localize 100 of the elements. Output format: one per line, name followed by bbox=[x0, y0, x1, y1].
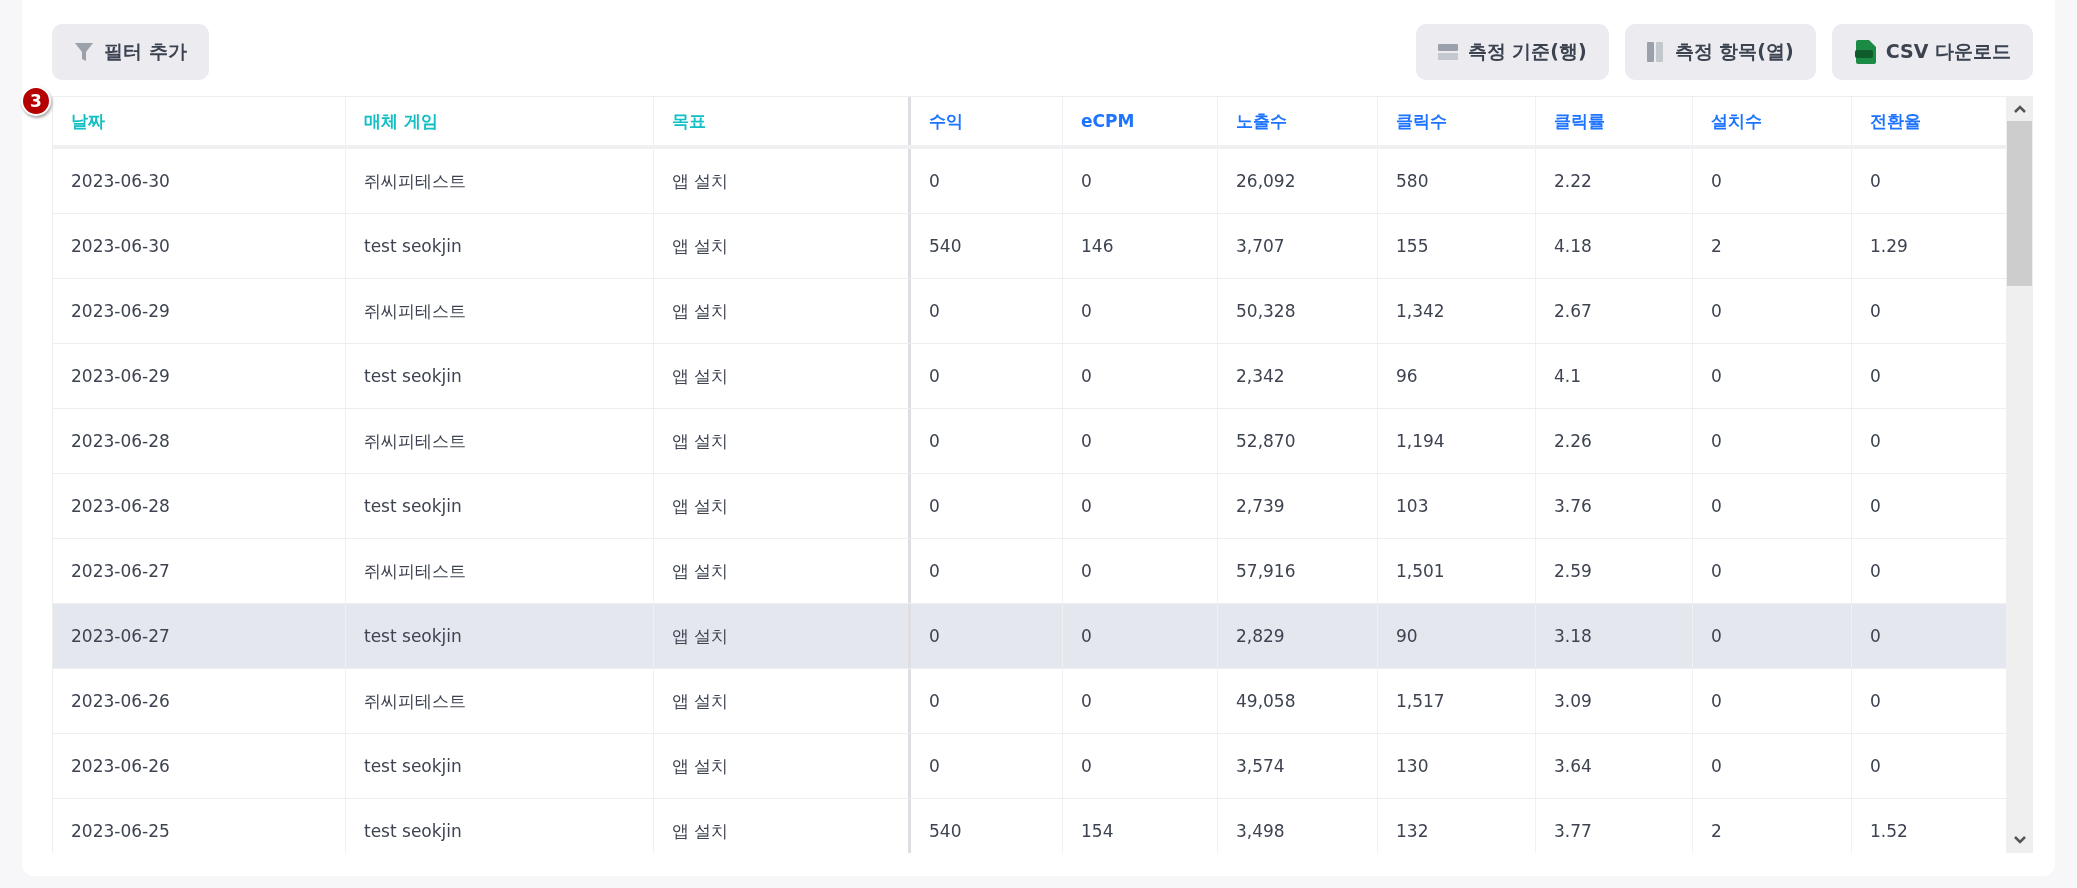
table-cell: 1,194 bbox=[1378, 409, 1536, 473]
table-cell: 3.64 bbox=[1536, 734, 1693, 798]
table-cell: 쥐씨피테스트 bbox=[346, 149, 654, 213]
table-cell: 쥐씨피테스트 bbox=[346, 409, 654, 473]
column-header[interactable]: 설치수 bbox=[1693, 97, 1852, 145]
table-cell: 130 bbox=[1378, 734, 1536, 798]
table-cell: 2.59 bbox=[1536, 539, 1693, 603]
dimension-rows-button[interactable]: 측정 기준(행) bbox=[1415, 24, 1609, 80]
csv-file-icon bbox=[1853, 40, 1876, 64]
table-cell: 2023-06-26 bbox=[53, 734, 346, 798]
table-cell: 2.22 bbox=[1536, 149, 1693, 213]
table-cell: 1,342 bbox=[1378, 279, 1536, 343]
table-cell: 0 bbox=[911, 344, 1063, 408]
table-cell: 90 bbox=[1378, 604, 1536, 668]
column-header[interactable]: 목표 bbox=[654, 97, 911, 145]
columns-icon bbox=[1646, 42, 1665, 62]
table-cell: 2023-06-29 bbox=[53, 344, 346, 408]
table-cell: 2023-06-29 bbox=[53, 279, 346, 343]
column-header[interactable]: eCPM bbox=[1063, 97, 1218, 145]
table-cell: 2023-06-30 bbox=[53, 214, 346, 278]
table-cell: 155 bbox=[1378, 214, 1536, 278]
table-cell: 540 bbox=[911, 214, 1063, 278]
table-cell: 0 bbox=[1693, 604, 1852, 668]
column-header[interactable]: 노출수 bbox=[1218, 97, 1378, 145]
table-cell: 50,328 bbox=[1218, 279, 1378, 343]
metric-columns-button[interactable]: 측정 항목(열) bbox=[1624, 24, 1816, 80]
funnel-icon bbox=[74, 41, 94, 63]
table-cell: 1,517 bbox=[1378, 669, 1536, 733]
table-cell: 2,342 bbox=[1218, 344, 1378, 408]
table-cell: test seokjin bbox=[346, 799, 654, 853]
table-cell: 쥐씨피테스트 bbox=[346, 539, 654, 603]
table-cell: 0 bbox=[1063, 279, 1218, 343]
table-cell: 쥐씨피테스트 bbox=[346, 669, 654, 733]
table-cell: 0 bbox=[911, 474, 1063, 538]
table-cell: 1,501 bbox=[1378, 539, 1536, 603]
table-cell: 0 bbox=[1063, 669, 1218, 733]
table-cell: 0 bbox=[911, 539, 1063, 603]
table-cell: 3,707 bbox=[1218, 214, 1378, 278]
table-cell: 2023-06-27 bbox=[53, 539, 346, 603]
add-filter-button[interactable]: 필터 추가 bbox=[52, 24, 209, 80]
csv-download-button[interactable]: CSV 다운로드 bbox=[1831, 24, 2033, 80]
table-cell: 0 bbox=[1063, 604, 1218, 668]
table-cell: 0 bbox=[1693, 669, 1852, 733]
table-cell: 103 bbox=[1378, 474, 1536, 538]
table-cell: 0 bbox=[1693, 409, 1852, 473]
column-header[interactable]: 날짜 bbox=[53, 97, 346, 145]
table-cell: 146 bbox=[1063, 214, 1218, 278]
table-cell: 0 bbox=[1693, 149, 1852, 213]
table-cell: 0 bbox=[1063, 149, 1218, 213]
table-cell: 앱 설치 bbox=[654, 799, 911, 853]
table-cell: 2.67 bbox=[1536, 279, 1693, 343]
table-cell: 2.26 bbox=[1536, 409, 1693, 473]
table-cell: 132 bbox=[1378, 799, 1536, 853]
table-cell: 0 bbox=[911, 149, 1063, 213]
table-cell: 26,092 bbox=[1218, 149, 1378, 213]
table-cell: 49,058 bbox=[1218, 669, 1378, 733]
table-cell: 2 bbox=[1693, 799, 1852, 853]
table-cell: 2 bbox=[1693, 214, 1852, 278]
rows-icon bbox=[1437, 43, 1458, 61]
table-cell: 0 bbox=[1693, 734, 1852, 798]
scrollbar-thumb[interactable] bbox=[2007, 121, 2032, 286]
table-cell: test seokjin bbox=[346, 734, 654, 798]
scrollbar[interactable] bbox=[2007, 97, 2032, 853]
table-cell: 3.18 bbox=[1536, 604, 1693, 668]
table-cell: 0 bbox=[1063, 474, 1218, 538]
table-cell: 3,574 bbox=[1218, 734, 1378, 798]
table-cell: 0 bbox=[1693, 279, 1852, 343]
table-cell: 2023-06-28 bbox=[53, 474, 346, 538]
table-cell: 57,916 bbox=[1218, 539, 1378, 603]
scroll-down-icon[interactable] bbox=[2012, 835, 2027, 845]
column-header[interactable]: 수익 bbox=[911, 97, 1063, 145]
table-cell: 0 bbox=[911, 669, 1063, 733]
table-cell: 0 bbox=[1693, 344, 1852, 408]
table-cell: 580 bbox=[1378, 149, 1536, 213]
table-cell: 540 bbox=[911, 799, 1063, 853]
table-cell: 0 bbox=[1693, 539, 1852, 603]
table-cell: 2023-06-25 bbox=[53, 799, 346, 853]
column-header[interactable]: 매체 게임 bbox=[346, 97, 654, 145]
table-cell: 쥐씨피테스트 bbox=[346, 279, 654, 343]
table-cell: 0 bbox=[911, 734, 1063, 798]
table-cell: test seokjin bbox=[346, 474, 654, 538]
table-cell: 2023-06-26 bbox=[53, 669, 346, 733]
table-cell: 154 bbox=[1063, 799, 1218, 853]
table-cell: 2023-06-30 bbox=[53, 149, 346, 213]
table-cell: 4.18 bbox=[1536, 214, 1693, 278]
table-cell: 0 bbox=[1693, 474, 1852, 538]
table-cell: 0 bbox=[1063, 409, 1218, 473]
table-cell: 0 bbox=[911, 409, 1063, 473]
scroll-up-icon[interactable] bbox=[2012, 104, 2027, 114]
table-cell: 52,870 bbox=[1218, 409, 1378, 473]
table-cell: 3.09 bbox=[1536, 669, 1693, 733]
table-cell: 2,829 bbox=[1218, 604, 1378, 668]
column-header[interactable]: 클릭수 bbox=[1378, 97, 1536, 145]
table-cell: 96 bbox=[1378, 344, 1536, 408]
table-cell: 0 bbox=[1063, 734, 1218, 798]
table-cell: 0 bbox=[911, 604, 1063, 668]
table-cell: 2023-06-28 bbox=[53, 409, 346, 473]
column-header[interactable]: 클릭률 bbox=[1536, 97, 1693, 145]
table-cell: test seokjin bbox=[346, 214, 654, 278]
step-badge: 3 bbox=[21, 86, 51, 116]
